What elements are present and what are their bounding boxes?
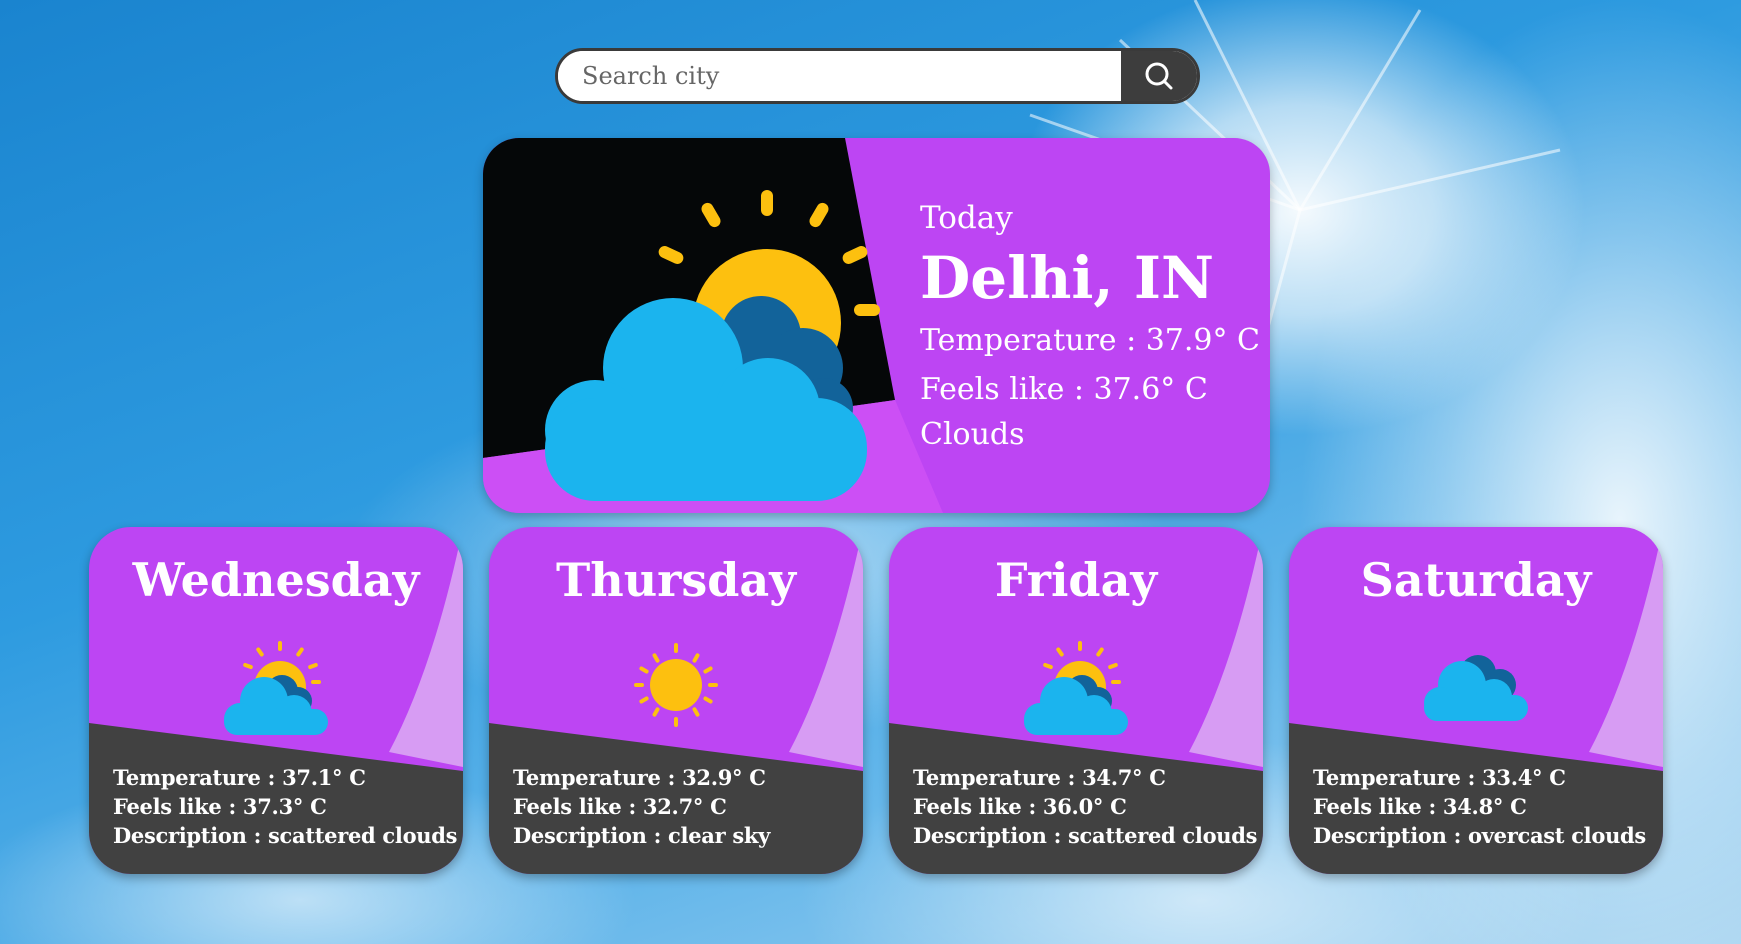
today-feels-like: Feels like : 37.6° C (920, 371, 1208, 407)
forecast-description: Description : scattered clouds (913, 823, 1258, 848)
forecast-details: Temperature : 33.4° C Feels like : 34.8°… (1313, 763, 1646, 850)
forecast-card-thursday: Thursday Temperature : 32.9° C Feels lik… (489, 527, 863, 874)
forecast-details: Temperature : 34.7° C Feels like : 36.0°… (913, 763, 1257, 850)
forecast-day: Saturday (1360, 553, 1592, 607)
forecast-day: Friday (994, 553, 1158, 607)
today-label: Today (920, 200, 1013, 236)
forecast-description: Description : clear sky (513, 823, 771, 848)
partly-cloudy-icon (545, 190, 880, 501)
forecast-temperature: Temperature : 32.9° C (513, 765, 766, 790)
forecast-details: Temperature : 32.9° C Feels like : 32.7°… (513, 763, 770, 850)
scattered-clouds-icon (1024, 641, 1128, 735)
forecast-card-wednesday: Wednesday Temperature : 37.1° C Feels li… (89, 527, 463, 874)
forecast-feels-like: Feels like : 32.7° C (513, 794, 727, 819)
forecast-day: Thursday (556, 553, 796, 607)
forecast-feels-like: Feels like : 36.0° C (913, 794, 1127, 819)
forecast-description: Description : overcast clouds (1313, 823, 1646, 848)
forecast-details: Temperature : 37.1° C Feels like : 37.3°… (113, 763, 457, 850)
forecast-temperature: Temperature : 37.1° C (113, 765, 366, 790)
forecast-card-friday: Friday Temperature : 34.7° C Feels like … (889, 527, 1263, 874)
overcast-clouds-icon (1424, 655, 1528, 721)
today-description: Clouds (920, 416, 1025, 452)
forecast-feels-like: Feels like : 34.8° C (1313, 794, 1527, 819)
forecast-description: Description : scattered clouds (113, 823, 458, 848)
search-button[interactable] (1121, 51, 1197, 101)
today-weather-card: Today Delhi, IN Temperature : 37.9° C Fe… (483, 138, 1270, 513)
forecast-day: Wednesday (132, 553, 420, 607)
search-bar (555, 48, 1200, 104)
sun-icon (634, 643, 718, 727)
forecast-feels-like: Feels like : 37.3° C (113, 794, 327, 819)
search-input[interactable] (558, 51, 1121, 101)
scattered-clouds-icon (224, 641, 328, 735)
today-temperature: Temperature : 37.9° C (920, 322, 1261, 358)
forecast-temperature: Temperature : 34.7° C (913, 765, 1166, 790)
city-name: Delhi, IN (920, 244, 1214, 312)
forecast-card-saturday: Saturday Temperature : 33.4° C Feels lik… (1289, 527, 1663, 874)
today-info: Today Delhi, IN Temperature : 37.9° C Fe… (920, 200, 1260, 452)
forecast-temperature: Temperature : 33.4° C (1313, 765, 1566, 790)
search-icon (1145, 62, 1173, 90)
